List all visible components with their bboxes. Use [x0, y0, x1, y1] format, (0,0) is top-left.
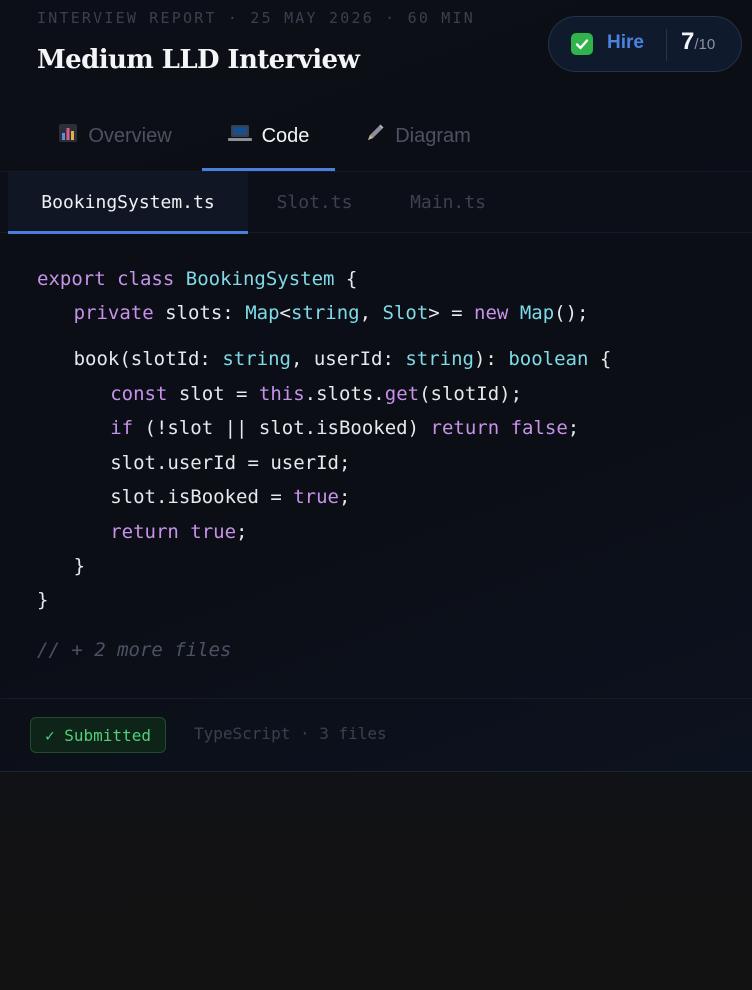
report-footer: ✓ Submitted TypeScript · 3 files	[1, 698, 752, 771]
report-meta: INTERVIEW REPORT · 25 MAY 2026 · 60 MIN	[37, 9, 475, 27]
score-value: 7	[681, 28, 695, 55]
code-line: book(slotId: string, userId: string): bo…	[73, 348, 612, 370]
more-files-comment: // + 2 more files	[37, 639, 232, 661]
code-line: }	[73, 555, 86, 577]
verdict-label: Hire	[607, 32, 644, 53]
code-line: const slot = this.slots.get(slotId);	[110, 383, 523, 405]
tab-code-label: Code	[261, 124, 310, 147]
report-card: INTERVIEW REPORT · 25 MAY 2026 · 60 MIN …	[0, 0, 752, 772]
tab-diagram-label: Diagram	[395, 124, 471, 147]
file-tab-main[interactable]: Main.ts	[393, 172, 503, 233]
tab-code[interactable]: Code	[202, 101, 335, 171]
code-line: return true;	[110, 521, 248, 543]
footer-meta: TypeScript · 3 files	[194, 724, 387, 743]
page: INTERVIEW REPORT · 25 MAY 2026 · 60 MIN …	[0, 0, 752, 990]
pencil-icon	[365, 123, 385, 149]
status-badge: ✓ Submitted	[30, 717, 166, 753]
tab-diagram[interactable]: Diagram	[361, 101, 475, 171]
file-tab-slot[interactable]: Slot.ts	[257, 172, 372, 233]
score: 7/10	[681, 28, 715, 56]
bar-chart-icon	[58, 123, 78, 149]
code-line: slot.userId = userId;	[110, 452, 351, 474]
code-line: export class BookingSystem {	[37, 268, 358, 290]
code-line: private slots: Map<string, Slot> = new M…	[73, 302, 589, 324]
file-tab-bookingsystem[interactable]: BookingSystem.ts	[8, 172, 248, 234]
tab-overview[interactable]: Overview	[53, 101, 177, 171]
report-tabs: Overview Code Diagram	[1, 101, 752, 171]
verdict-badge: Hire 7/10	[548, 16, 742, 72]
file-tabs: BookingSystem.ts Slot.ts Main.ts	[1, 171, 752, 234]
code-line: }	[37, 589, 49, 611]
page-title: Medium LLD Interview	[37, 45, 360, 75]
code-line: if (!slot || slot.isBooked) return false…	[110, 417, 580, 439]
code-viewer: export class BookingSystem { private slo…	[37, 262, 611, 661]
laptop-icon	[227, 123, 252, 149]
score-max: /10	[694, 36, 716, 53]
code-line: slot.isBooked = true;	[110, 486, 351, 508]
check-icon	[571, 33, 593, 55]
tab-overview-label: Overview	[88, 124, 172, 147]
verdict-divider	[666, 29, 667, 61]
